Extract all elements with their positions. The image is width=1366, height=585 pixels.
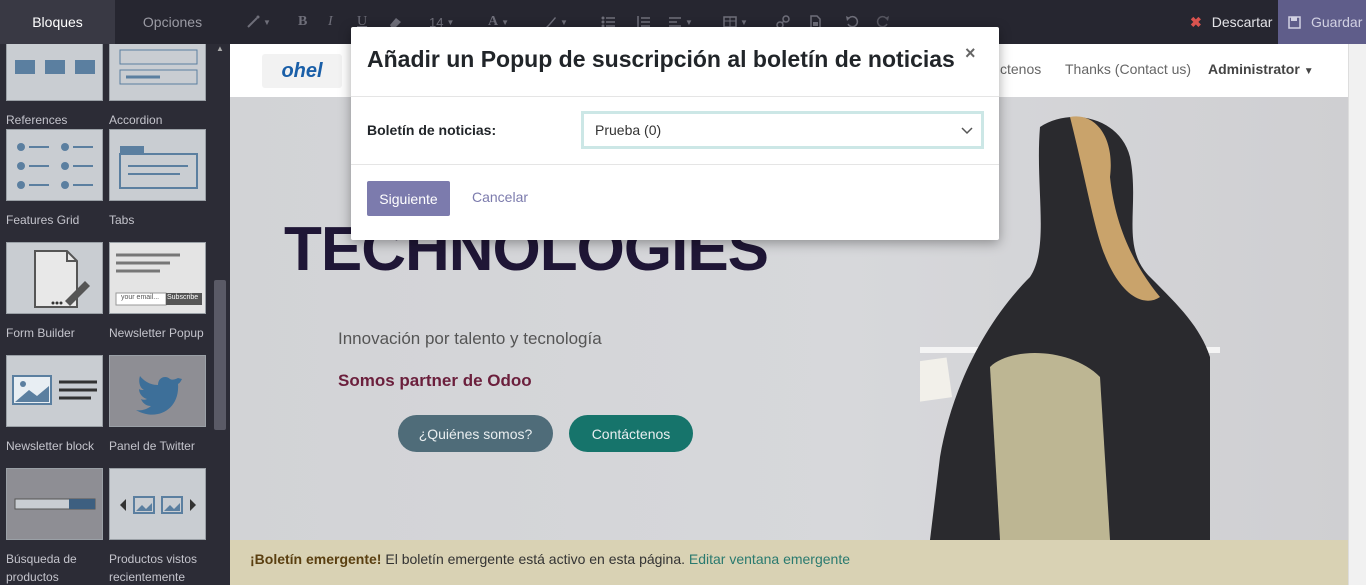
sidebar-tabs: Bloques Opciones (0, 0, 230, 44)
logo-text: ohel (281, 59, 323, 82)
newsletter-popup-thumbnail: your email... Subscribe (109, 242, 206, 314)
references-thumbnail (6, 44, 103, 101)
snippet-label: Accordion (109, 113, 163, 127)
close-icon[interactable]: × (965, 43, 976, 64)
snippet-newsletter-block[interactable]: Newsletter block (6, 355, 106, 455)
form-builder-thumbnail (6, 242, 103, 314)
snippet-label: Newsletter block (6, 439, 95, 453)
snippet-label: References (6, 113, 68, 127)
notice-text: El boletín emergente está activo en esta… (381, 551, 689, 567)
cancel-button[interactable]: Cancelar (472, 189, 528, 205)
next-button[interactable]: Siguiente (367, 181, 450, 216)
snippet-accordion[interactable]: Accordion (109, 44, 209, 129)
snippet-features-grid[interactable]: Features Grid (6, 129, 106, 229)
snippet-label: Form Builder (6, 326, 75, 340)
tabs-thumbnail (109, 129, 206, 201)
features-grid-thumbnail (6, 129, 103, 201)
dialog-title: Añadir un Popup de suscripción al boletí… (367, 46, 955, 72)
snippets-sidebar: Bloques Opciones References Accordion Fe… (0, 0, 230, 585)
snippet-label: Tabs (109, 213, 135, 227)
magic-wand-icon (247, 15, 260, 28)
newsletter-field-label: Boletín de noticias: (367, 122, 497, 138)
admin-label: Administrator (1208, 61, 1300, 77)
nav-item-contact[interactable]: ctenos (1000, 61, 1041, 77)
nav-item-thanks[interactable]: Thanks (Contact us) (1065, 61, 1191, 77)
italic-icon[interactable]: I (328, 12, 333, 32)
dialog-header: Añadir un Popup de suscripción al boletí… (351, 27, 999, 97)
discard-button[interactable]: ✖ Descartar (1180, 0, 1278, 44)
caret-down-icon: ▼ (1303, 66, 1314, 77)
snippet-recently-viewed[interactable]: Productos vistos recientemente (109, 468, 209, 585)
contact-us-button[interactable]: Contáctenos (569, 415, 693, 452)
tab-opciones[interactable]: Opciones (115, 0, 230, 44)
snippet-label: Newsletter Popup (109, 326, 204, 340)
snippet-tabs[interactable]: Tabs (109, 129, 209, 229)
nav-item-admin[interactable]: Administrator ▼ (1208, 61, 1314, 77)
save-button[interactable]: Guardar (1278, 0, 1366, 44)
snippet-product-search[interactable]: Búsqueda de productos (6, 468, 106, 585)
newsletter-block-thumbnail (6, 355, 103, 427)
newsletter-select[interactable]: Prueba (0) (581, 111, 984, 149)
page-scrollbar[interactable] (1348, 44, 1366, 585)
snippet-form-builder[interactable]: Form Builder (6, 242, 106, 342)
snippet-list: References Accordion Features Grid Tabs (0, 44, 230, 585)
site-logo[interactable]: ohel (262, 54, 342, 88)
save-label: Guardar (1311, 14, 1363, 30)
edit-popup-link[interactable]: Editar ventana emergente (689, 551, 850, 567)
thumb-email-text: your email... (121, 294, 160, 301)
snippet-references[interactable]: References (6, 44, 106, 129)
dialog-body: Boletín de noticias: Prueba (0) (351, 97, 999, 165)
sidebar-scrollbar-thumb[interactable] (214, 280, 226, 430)
snippet-twitter-panel[interactable]: Panel de Twitter (109, 355, 209, 455)
twitter-bird-icon (136, 376, 182, 415)
popup-active-notice: ¡Boletín emergente! El boletín emergente… (230, 540, 1348, 585)
floppy-disk-icon (1288, 15, 1301, 29)
newsletter-popup-dialog: Añadir un Popup de suscripción al boletí… (351, 27, 999, 240)
newsletter-select-value: Prueba (0) (595, 122, 662, 138)
snippet-label: Features Grid (6, 213, 80, 227)
about-us-button[interactable]: ¿Quiénes somos? (398, 415, 553, 452)
recently-viewed-thumbnail (109, 468, 206, 540)
dialog-footer: Siguiente Cancelar (351, 165, 999, 240)
magic-wand-dropdown[interactable]: ▼ (246, 12, 271, 32)
scroll-up-icon[interactable]: ▲ (214, 44, 226, 58)
discard-label: Descartar (1211, 14, 1273, 30)
snippet-newsletter-popup[interactable]: your email... Subscribe Newsletter Popup (109, 242, 209, 342)
hero-subtitle: Innovación por talento y tecnología (338, 329, 602, 348)
snippet-label: Productos vistos recientemente (109, 552, 198, 584)
product-search-thumbnail (6, 468, 103, 540)
snippet-label: Búsqueda de productos (6, 552, 77, 584)
chevron-down-icon (961, 127, 973, 135)
accordion-thumbnail (109, 44, 206, 101)
thumb-subscribe-text: Subscribe (167, 294, 199, 301)
notice-strong: ¡Boletín emergente! (250, 551, 382, 567)
close-icon: ✖ (1190, 13, 1202, 30)
hero-partner-text: Somos partner de Odoo (338, 371, 532, 390)
tab-bloques[interactable]: Bloques (0, 0, 115, 44)
twitter-panel-thumbnail (109, 355, 206, 427)
bold-icon[interactable]: B (298, 12, 307, 32)
snippet-label: Panel de Twitter (109, 439, 195, 453)
